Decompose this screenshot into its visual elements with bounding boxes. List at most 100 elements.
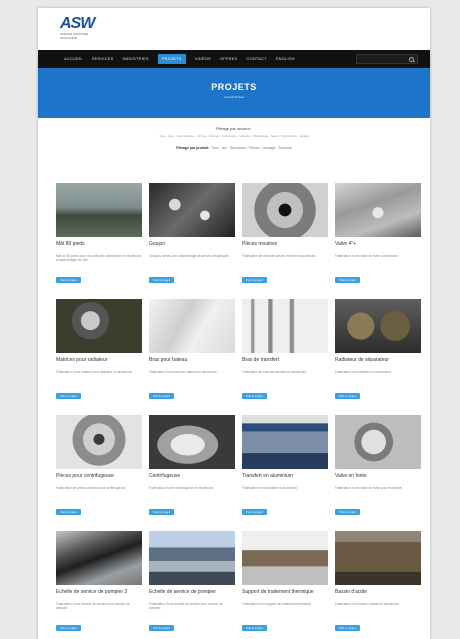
project-card[interactable]: Centrifugeuse Fabrication d'une centrifug… <box>149 415 235 531</box>
project-card[interactable]: Échelle de service de pompier Fabrication… <box>149 531 235 639</box>
view-project-button[interactable]: Voir le projet <box>242 625 267 631</box>
project-description: Mât de 80 pieds pour un particulier, fab… <box>56 254 142 263</box>
search-input[interactable] <box>356 54 418 64</box>
view-project-button[interactable]: Voir le projet <box>149 625 174 631</box>
logo-mark: ASW <box>60 15 95 32</box>
product-filter-label: Filtrage par produit : <box>176 146 211 150</box>
logo-tagline: ATELIER SOUDURE WALLONNE <box>60 32 89 40</box>
project-card[interactable]: Goujon Goujons usinés pour assemblage de … <box>149 183 235 299</box>
nav-item-projets[interactable]: Projets <box>157 54 186 64</box>
project-image[interactable] <box>242 415 328 469</box>
project-title[interactable]: Mât 80 pieds <box>56 241 142 253</box>
project-title[interactable]: Pièces pour centrifugeuse <box>56 473 142 485</box>
project-description: Fabrication d'un transfert en aluminium. <box>242 486 298 490</box>
page-container: ASW ATELIER SOUDURE WALLONNE Accueil Ser… <box>38 8 430 639</box>
project-image[interactable] <box>335 299 421 353</box>
main-nav: Accueil Services Industries Projets Vidé… <box>38 50 430 68</box>
project-card[interactable]: Mât 80 pieds Mât de 80 pieds pour un part… <box>56 183 142 299</box>
sector-filter-label: Filtrage par secteur : <box>215 126 253 131</box>
nav-item-english[interactable]: English <box>276 50 295 68</box>
nav-item-industries[interactable]: Industries <box>123 50 149 68</box>
project-filters: Filtrage par secteur : Tous · Agro · Aér… <box>38 118 430 150</box>
project-title[interactable]: Pièces moulées <box>242 241 328 253</box>
view-project-button[interactable]: Voir le projet <box>56 393 81 399</box>
view-project-button[interactable]: Voir le projet <box>149 509 174 515</box>
project-image[interactable] <box>149 531 235 585</box>
project-card[interactable]: Bras pour bateau Fabrication d'un bras po… <box>149 299 235 415</box>
project-title[interactable]: Radiateur de séparateur <box>335 357 421 369</box>
product-filter-list[interactable]: Tous · Alu · Structures · Pièces · Usina… <box>211 146 291 150</box>
project-title[interactable]: Matrices pour radiateur <box>56 357 142 369</box>
project-card[interactable]: Bassin d'acide Fabrication d'un bassin d'… <box>335 531 421 639</box>
project-title[interactable]: Bras de transfert <box>242 357 328 369</box>
project-image[interactable] <box>242 299 328 353</box>
project-title[interactable]: Support de traitement thermique <box>242 589 328 601</box>
view-project-button[interactable]: Voir le projet <box>242 393 267 399</box>
project-card[interactable]: Bras de transfert Fabrication de bras de … <box>242 299 328 415</box>
view-project-button[interactable]: Voir le projet <box>149 277 174 283</box>
project-card[interactable]: Support de traitement thermique Fabricati… <box>242 531 328 639</box>
view-project-button[interactable]: Voir le projet <box>56 277 81 283</box>
project-description: Goujons usinés pour assemblage de pièces… <box>149 254 230 258</box>
project-title[interactable]: Transfert en aluminium <box>242 473 328 485</box>
view-project-button[interactable]: Voir le projet <box>335 277 360 283</box>
view-project-button[interactable]: Voir le projet <box>242 509 267 515</box>
nav-item-contact[interactable]: Contact <box>246 50 266 68</box>
project-grid: Mât 80 pieds Mât de 80 pieds pour un part… <box>56 183 421 639</box>
project-description: Fabrication de diverses pièces en fonte … <box>242 254 317 258</box>
project-card[interactable]: Matrices pour radiateur Fabrication d'une… <box>56 299 142 415</box>
project-image[interactable] <box>242 183 328 237</box>
search-icon[interactable] <box>409 56 414 62</box>
view-project-button[interactable]: Voir le projet <box>56 509 81 515</box>
project-description: Fabrication d'un support de traitement t… <box>242 602 312 606</box>
project-image[interactable] <box>149 183 235 237</box>
view-project-button[interactable]: Voir le projet <box>335 509 360 515</box>
nav-item-videos[interactable]: Vidéos <box>195 50 211 68</box>
project-card[interactable]: Valve en fonte Fabrication d'une valve en… <box>335 415 421 531</box>
header: ASW ATELIER SOUDURE WALLONNE <box>38 8 430 50</box>
project-description: Fabrication d'un bassin d'acide en alumi… <box>335 602 400 606</box>
project-description: Fabrication d'une matrice pour radiateur… <box>56 370 134 374</box>
project-title[interactable]: Échelle de service de pompier 3 <box>56 589 142 601</box>
project-description: Fabrication d'une échelle de service pou… <box>149 602 223 611</box>
project-image[interactable] <box>335 415 421 469</box>
project-title[interactable]: Centrifugeuse <box>149 473 235 485</box>
page-title: PROJETS <box>211 82 257 92</box>
nav-item-offres[interactable]: Offres <box>220 50 237 68</box>
project-card[interactable]: Radiateur de séparateur Fabrication d'un … <box>335 299 421 415</box>
nav-item-accueil[interactable]: Accueil <box>64 50 83 68</box>
project-title[interactable]: Bras pour bateau <box>149 357 235 369</box>
project-image[interactable] <box>335 531 421 585</box>
project-description: Fabrication d'une centrifugeuse en alumi… <box>149 486 215 490</box>
project-title[interactable]: Goujon <box>149 241 235 253</box>
nav-item-services[interactable]: Services <box>92 50 114 68</box>
project-card[interactable]: Échelle de service de pompier 3 Fabricati… <box>56 531 142 639</box>
project-title[interactable]: Bassin d'acide <box>335 589 421 601</box>
project-description: Fabrication d'un radiateur en aluminium. <box>335 370 392 374</box>
site-logo[interactable]: ASW ATELIER SOUDURE WALLONNE <box>60 15 95 41</box>
project-card[interactable]: Pièces pour centrifugeuse Fabrication de … <box>56 415 142 531</box>
project-image[interactable] <box>149 415 235 469</box>
breadcrumb[interactable]: Accueil Projets <box>38 95 430 99</box>
view-project-button[interactable]: Voir le projet <box>335 625 360 631</box>
project-description: Fabrication de pièces usinées pour centr… <box>56 486 127 490</box>
project-title[interactable]: Valve 4"+ <box>335 241 421 253</box>
project-image[interactable] <box>56 299 142 353</box>
project-image[interactable] <box>242 531 328 585</box>
project-title[interactable]: Échelle de service de pompier <box>149 589 235 601</box>
view-project-button[interactable]: Voir le projet <box>335 393 360 399</box>
sector-filter-list[interactable]: Tous · Agro · Aéronautique · Chimie · Én… <box>38 134 430 138</box>
view-project-button[interactable]: Voir le projet <box>242 277 267 283</box>
project-title[interactable]: Valve en fonte <box>335 473 421 485</box>
project-image[interactable] <box>56 531 142 585</box>
view-project-button[interactable]: Voir le projet <box>56 625 81 631</box>
project-image[interactable] <box>335 183 421 237</box>
project-card[interactable]: Valve 4"+ Fabrication d'une valve en font… <box>335 183 421 299</box>
project-card[interactable]: Pièces moulées Fabrication de diverses pi… <box>242 183 328 299</box>
project-card[interactable]: Transfert en aluminium Fabrication d'un t… <box>242 415 328 531</box>
view-project-button[interactable]: Voir le projet <box>149 393 174 399</box>
project-image[interactable] <box>56 183 142 237</box>
project-image[interactable] <box>149 299 235 353</box>
project-image[interactable] <box>56 415 142 469</box>
product-filter[interactable]: Filtrage par produit : Tous · Alu · Stru… <box>38 146 430 150</box>
